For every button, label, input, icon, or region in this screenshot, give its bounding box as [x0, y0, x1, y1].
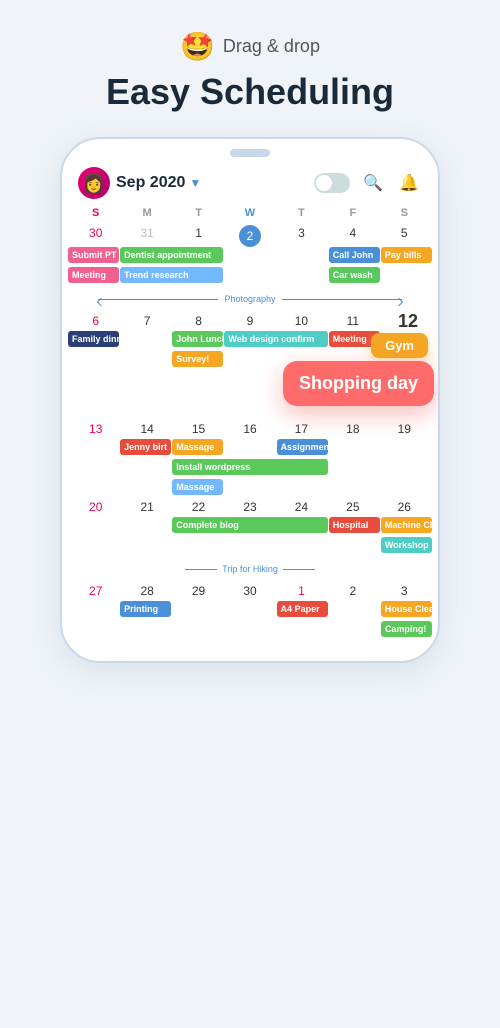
event-machine[interactable]: Machine Cl — [381, 517, 432, 533]
day-header-thu: T — [276, 203, 327, 223]
phone-frame: 👩 Sep 2020 ▼ 🔍 🔔 S M T W T F S 30 31 — [60, 137, 440, 663]
week3-events: Jenny birt Massage Assignmen Install wor… — [62, 439, 438, 497]
event-hospital[interactable]: Hospital — [329, 517, 380, 533]
month-text: Sep 2020 — [116, 174, 185, 192]
drag-drop-text: Drag & drop — [223, 36, 320, 57]
float-12: 12 — [398, 311, 418, 332]
phone-notch — [230, 149, 270, 157]
page-title: Easy Scheduling — [106, 71, 394, 113]
event-trend[interactable]: Trend research — [120, 267, 223, 283]
week5-dates: 27 28 29 30 1 2 3 — [62, 583, 438, 599]
event-houseclea[interactable]: House Clea — [381, 601, 432, 617]
search-icon[interactable]: 🔍 — [360, 170, 386, 196]
week5-events: Printing A4 Paper House Clea Camping! — [62, 601, 438, 639]
event-jenny[interactable]: Jenny birt — [120, 439, 171, 455]
day-header-sun: S — [70, 203, 121, 223]
event-family-dinn[interactable]: Family dinn — [68, 331, 119, 347]
week2-dates: 6 7 8 9 10 11 — [62, 313, 438, 329]
event-john-lunch[interactable]: John Lunch — [172, 331, 223, 347]
event-workshop[interactable]: Workshop — [381, 537, 432, 553]
day-header-sat: S — [379, 203, 430, 223]
day-header-tue: T — [173, 203, 224, 223]
day-headers: S M T W T F S — [62, 203, 438, 223]
week1-dates: 30 31 1 2 3 4 5 — [62, 225, 438, 247]
calendar-header: 👩 Sep 2020 ▼ 🔍 🔔 — [62, 157, 438, 203]
event-massage1[interactable]: Massage — [172, 439, 223, 455]
bell-icon[interactable]: 🔔 — [396, 170, 422, 196]
week1-events: Submit PT Dentist appointment Call John … — [62, 247, 438, 285]
event-pay-bills[interactable]: Pay bills — [381, 247, 432, 263]
day-header-fri: F — [327, 203, 378, 223]
event-dentist[interactable]: Dentist appointment — [120, 247, 223, 263]
event-carwash[interactable]: Car wash — [329, 267, 380, 283]
week4-dates: 20 21 22 23 24 25 26 — [62, 499, 438, 515]
event-meeting[interactable]: Meeting — [68, 267, 119, 283]
view-toggle[interactable] — [314, 173, 350, 193]
float-gym[interactable]: Gym — [371, 333, 428, 358]
chevron-down-icon: ▼ — [189, 176, 201, 190]
photography-label: Photography — [218, 294, 281, 304]
event-a4paper[interactable]: A4 Paper — [277, 601, 328, 617]
trip-row: Trip for Hiking — [62, 557, 438, 581]
header-icons: 🔍 🔔 — [314, 170, 422, 196]
emoji-icon: 🤩 — [180, 30, 215, 63]
drag-drop-label: 🤩 Drag & drop — [180, 30, 320, 63]
event-camping[interactable]: Camping! — [381, 621, 432, 637]
event-survey[interactable]: Survey! — [172, 351, 223, 367]
photography-row: Photography — [62, 287, 438, 311]
day-header-wed: W — [224, 203, 275, 223]
event-install[interactable]: Install wordpress — [172, 459, 327, 475]
float-shopping[interactable]: Shopping day — [283, 361, 434, 406]
week4-events: Complete blog Hospital Machine Cl Worksh… — [62, 517, 438, 555]
event-call-john[interactable]: Call John — [329, 247, 380, 263]
event-printing[interactable]: Printing — [120, 601, 171, 617]
week3-dates: 13 14 15 16 17 18 19 — [62, 421, 438, 437]
event-massage2[interactable]: Massage — [172, 479, 223, 495]
event-webdesign[interactable]: Web design confirm — [224, 331, 327, 347]
month-title[interactable]: Sep 2020 ▼ — [116, 174, 201, 192]
event-submit-pt[interactable]: Submit PT — [68, 247, 119, 263]
event-assignment[interactable]: Assignmen — [277, 439, 328, 455]
trip-label: Trip for Hiking — [217, 564, 283, 574]
avatar: 👩 — [78, 167, 110, 199]
event-blog[interactable]: Complete blog — [172, 517, 327, 533]
day-header-mon: M — [121, 203, 172, 223]
